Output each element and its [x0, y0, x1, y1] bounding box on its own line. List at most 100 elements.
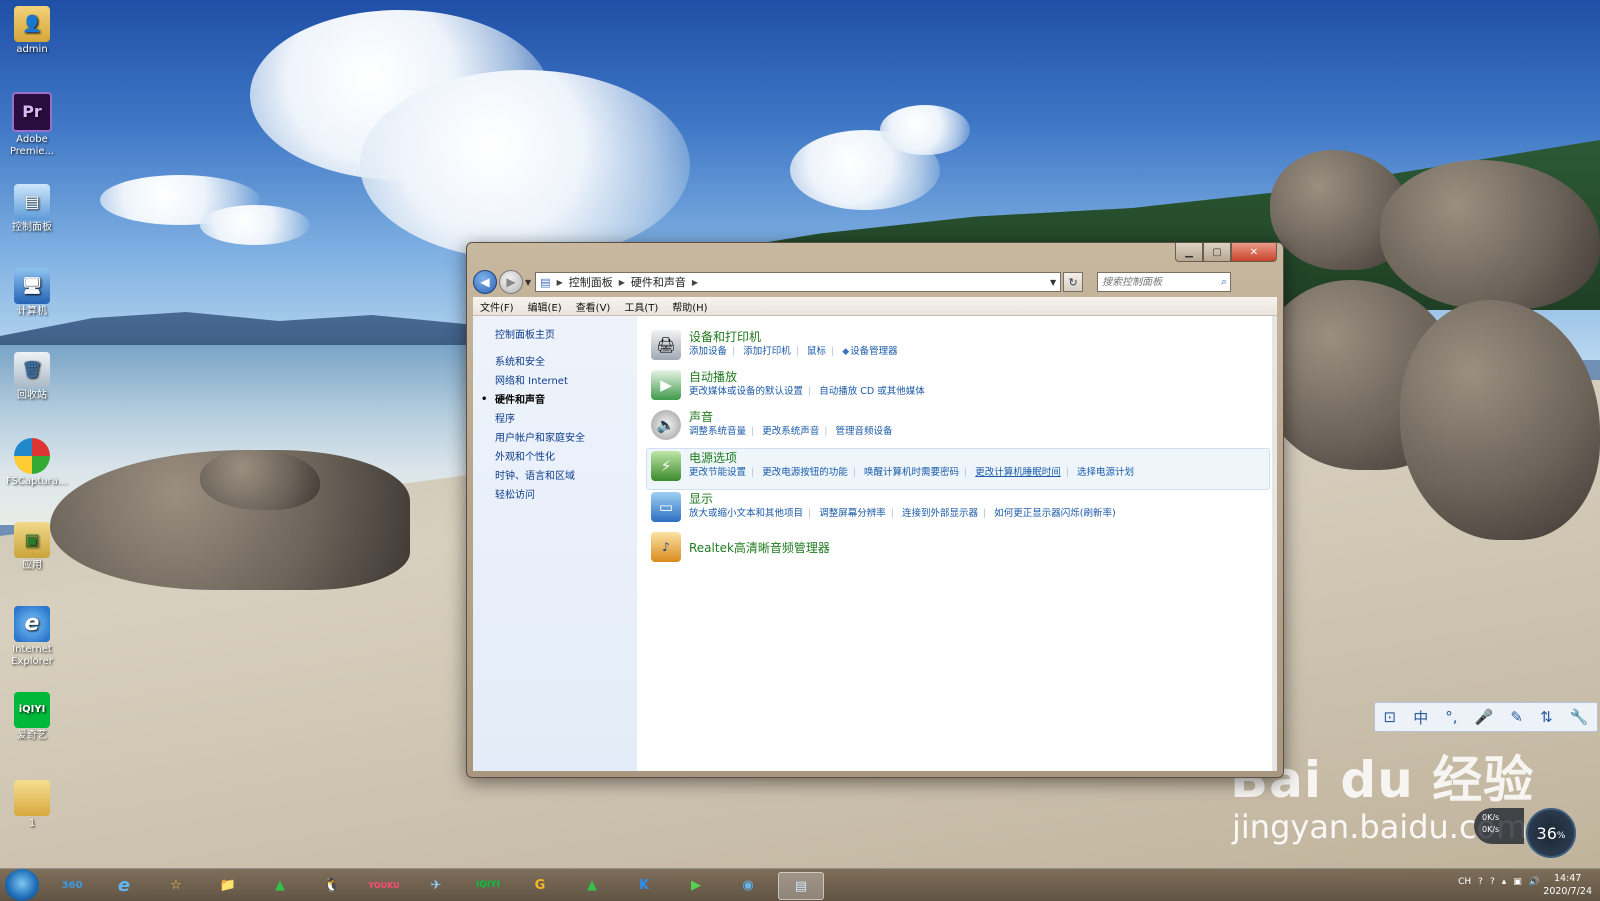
desktop-icon-premiere[interactable]: Pr Adobe Premie... [6, 92, 58, 158]
taskbar-item-feige[interactable]: ✈ [414, 872, 458, 898]
taskbar-item-game[interactable]: ☆ [154, 872, 198, 898]
category-title[interactable]: 设备和打印机 [689, 329, 901, 345]
desktop-icon-recycle-bin[interactable]: 🗑 回收站 [6, 352, 58, 402]
back-button[interactable]: ◀ [473, 270, 497, 294]
ie-icon: e [14, 606, 50, 642]
menu-tools[interactable]: 工具(T) [617, 299, 665, 314]
category-title[interactable]: 显示 [689, 491, 1119, 507]
taskbar-item-ie[interactable]: e [102, 872, 146, 898]
link-mouse[interactable]: 鼠标 [807, 346, 826, 357]
breadcrumb-separator: ▶ [618, 277, 625, 287]
microphone-icon[interactable]: 🎤 [1475, 708, 1494, 726]
taskbar-item-360[interactable]: 360 [50, 872, 94, 898]
net-speed-widget[interactable]: 0K/s 0K/s [1474, 808, 1524, 844]
link-external-display[interactable]: 连接到外部显示器 [902, 508, 978, 519]
taskbar-item-youku[interactable]: YOUKU [362, 872, 406, 898]
start-button[interactable] [5, 869, 39, 901]
address-dropdown-icon[interactable]: ▼ [1050, 278, 1056, 287]
search-icon[interactable]: ⌕ [1221, 275, 1227, 289]
menu-file[interactable]: 文件(F) [473, 299, 521, 314]
tray-input-language[interactable]: CH [1458, 877, 1471, 887]
tray-help-icon[interactable]: ? [1490, 877, 1495, 887]
link-autoplay-cd[interactable]: 自动播放 CD 或其他媒体 [819, 386, 925, 397]
taskbar-item-qq[interactable]: 🐧 [310, 872, 354, 898]
tray-volume-icon[interactable]: 🔊 [1529, 877, 1540, 887]
sidebar-item-programs[interactable]: 程序 [473, 410, 637, 429]
taskbar-item-g-app[interactable]: G [518, 872, 562, 898]
wrench-icon[interactable]: 🔧 [1570, 708, 1589, 726]
link-change-media-defaults[interactable]: 更改媒体或设备的默认设置 [689, 386, 803, 397]
sidebar-item-user-accounts[interactable]: 用户帐户和家庭安全 [473, 429, 637, 448]
link-power-buttons[interactable]: 更改电源按钮的功能 [762, 467, 848, 478]
memory-usage-dial[interactable]: 36% [1526, 808, 1576, 858]
ime-punctuation-icon[interactable]: °, [1445, 708, 1457, 726]
switch-icon[interactable]: ⇅ [1540, 708, 1553, 726]
link-refresh-rate[interactable]: 如何更正显示器闪烁(刷新率) [994, 508, 1115, 519]
scrollbar[interactable] [1272, 316, 1277, 771]
taskbar-item-browser[interactable]: ◉ [726, 872, 770, 898]
ime-menu-icon[interactable]: ⊡ [1384, 708, 1397, 726]
link-wake-password[interactable]: 唤醒计算机时需要密码 [864, 467, 959, 478]
desktop-icon-label: admin [16, 44, 48, 55]
recent-pages-dropdown[interactable]: ▼ [525, 278, 531, 287]
desktop-icon-fscapture[interactable]: FSCaptura... [6, 438, 67, 488]
taskbar-item-green-app[interactable]: ▲ [258, 872, 302, 898]
desktop-icon-admin[interactable]: 👤 admin [6, 6, 58, 56]
taskbar-clock[interactable]: 14:47 2020/7/24 [1543, 872, 1592, 898]
desktop-icon-apps[interactable]: ▣ 应用 [6, 522, 58, 572]
category-title[interactable]: Realtek高清晰音频管理器 [689, 540, 830, 556]
menu-view[interactable]: 查看(V) [569, 299, 618, 314]
sidebar-item-home[interactable]: 控制面板主页 [473, 326, 637, 345]
desktop-icon-folder-1[interactable]: 1 [6, 780, 58, 830]
link-device-manager[interactable]: 设备管理器 [850, 346, 898, 357]
link-zoom-text[interactable]: 放大或缩小文本和其他项目 [689, 508, 803, 519]
taskbar-item-iqiyi[interactable]: iQIYI [466, 872, 510, 898]
sidebar-item-hardware-sound[interactable]: 硬件和声音 [473, 391, 637, 410]
refresh-button[interactable]: ↻ [1063, 272, 1084, 292]
menu-help[interactable]: 帮助(H) [665, 299, 714, 314]
sidebar-item-ease-of-access[interactable]: 轻松访问 [473, 486, 637, 505]
taskbar-item-explorer[interactable]: 📁 [206, 872, 250, 898]
category-title[interactable]: 电源选项 [689, 450, 1137, 466]
sidebar-item-system-security[interactable]: 系统和安全 [473, 353, 637, 372]
desktop-icon-control-panel[interactable]: ▤ 控制面板 [6, 184, 58, 234]
desktop-icon-iqiyi[interactable]: iQIYI 爱奇艺 [6, 692, 58, 742]
tray-expand-icon[interactable]: ▴ [1502, 877, 1507, 887]
printer-icon: 🖨 [651, 330, 681, 360]
menu-edit[interactable]: 编辑(E) [521, 299, 569, 314]
sidebar-item-network[interactable]: 网络和 Internet [473, 372, 637, 391]
link-power-saving[interactable]: 更改节能设置 [689, 467, 746, 478]
category-title[interactable]: 声音 [689, 409, 896, 425]
link-add-printer[interactable]: 添加打印机 [743, 346, 791, 357]
download-speed: 0K/s [1482, 825, 1500, 834]
address-bar[interactable]: ▤ ▶ 控制面板 ▶ 硬件和声音 ▶ ▼ [535, 272, 1062, 292]
tray-help-icon[interactable]: ? [1478, 877, 1483, 887]
forward-button[interactable]: ▶ [499, 270, 523, 294]
link-manage-audio-devices[interactable]: 管理音频设备 [836, 426, 893, 437]
link-change-sounds[interactable]: 更改系统声音 [762, 426, 819, 437]
minimize-button[interactable]: ▁ [1175, 243, 1203, 262]
category-title[interactable]: 自动播放 [689, 369, 928, 385]
sidebar-item-appearance[interactable]: 外观和个性化 [473, 448, 637, 467]
taskbar-item-control-panel[interactable]: ▤ [778, 872, 824, 900]
link-choose-plan[interactable]: 选择电源计划 [1077, 467, 1134, 478]
tray-network-icon[interactable]: ▣ [1513, 877, 1522, 887]
taskbar-item-green-app-2[interactable]: ▲ [570, 872, 614, 898]
link-resolution[interactable]: 调整屏幕分辨率 [819, 508, 886, 519]
taskbar-item-kugou[interactable]: K [622, 872, 666, 898]
link-separator: | [964, 467, 968, 478]
desktop-icon-computer[interactable]: 🖥 计算机 [6, 268, 58, 318]
breadcrumb-control-panel[interactable]: 控制面板 [569, 274, 613, 290]
maximize-button[interactable]: ▢ [1203, 243, 1231, 262]
handwriting-icon[interactable]: ✎ [1510, 708, 1523, 726]
breadcrumb-hardware-sound[interactable]: 硬件和声音 [631, 274, 686, 290]
link-sleep-time[interactable]: 更改计算机睡眠时间 [975, 467, 1061, 478]
search-input[interactable] [1097, 272, 1232, 292]
taskbar-item-player[interactable]: ▶ [674, 872, 718, 898]
ime-mode-chinese[interactable]: 中 [1413, 707, 1428, 728]
sidebar-item-clock-region[interactable]: 时钟、语言和区域 [473, 467, 637, 486]
link-adjust-volume[interactable]: 调整系统音量 [689, 426, 746, 437]
close-button[interactable]: ✕ [1231, 243, 1277, 262]
link-add-device[interactable]: 添加设备 [689, 346, 727, 357]
desktop-icon-ie[interactable]: e Internet Explorer [6, 606, 58, 668]
